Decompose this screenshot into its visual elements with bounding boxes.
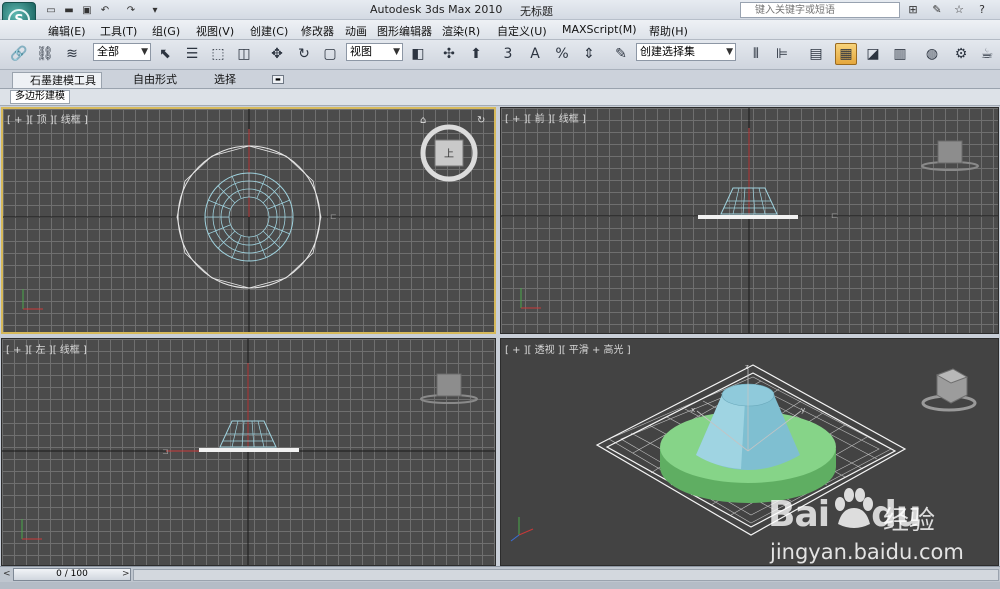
pivot-center-icon[interactable]: ◧ — [407, 43, 429, 65]
window-crossing-icon[interactable]: ◫ — [233, 43, 255, 65]
front-view-geometry: ⊏ — [501, 108, 998, 333]
layer-manager-icon[interactable]: ▤ — [805, 43, 827, 65]
tab-freeform[interactable]: 自由形式 — [133, 72, 177, 88]
star-icon[interactable]: ☆ — [952, 2, 966, 16]
app-window: S ▭ ▬ ▣ ↶ ↷ ▾ Autodesk 3ds Max 2010 无标题 … — [0, 0, 1000, 589]
svg-text:⊐: ⊐ — [162, 447, 169, 456]
svg-text:z: z — [745, 363, 749, 371]
menu-edit[interactable]: 编辑(E) — [48, 23, 86, 39]
mirror-icon[interactable]: ⫴ — [745, 43, 767, 65]
unlink-icon[interactable]: ⛓ — [34, 43, 56, 65]
viewport-top[interactable]: [ + ][ 顶 ][ 线框 ] ⊏ 上 ⌂ ↻ — [1, 107, 496, 334]
spinner-snap-icon[interactable]: ⇕ — [578, 43, 600, 65]
curve-editor-icon[interactable]: ◪ — [862, 43, 884, 65]
material-editor-icon[interactable]: ◍ — [921, 43, 943, 65]
viewport-label-left[interactable]: [ + ][ 左 ][ 线框 ] — [6, 341, 87, 356]
chevron-down-icon: ▼ — [393, 47, 400, 57]
menu-graph-editors[interactable]: 图形编辑器 — [377, 23, 432, 39]
top-view-geometry: ⊏ 上 ⌂ ↻ — [3, 109, 494, 332]
edit-named-selection-icon[interactable]: ✎ — [610, 43, 632, 65]
selection-filter-dropdown[interactable]: 全部 ▼ — [93, 43, 151, 61]
selection-filter-value: 全部 — [97, 45, 119, 58]
viewcube-top[interactable]: 上 — [420, 124, 478, 182]
select-move-icon[interactable]: ✥ — [266, 43, 288, 65]
viewport-label-top[interactable]: [ + ][ 顶 ][ 线框 ] — [7, 111, 88, 126]
svg-text:上: 上 — [444, 148, 454, 160]
graphite-modeling-toggle-icon[interactable]: ▦ — [835, 43, 857, 65]
menu-views[interactable]: 视图(V) — [196, 23, 234, 39]
menu-modifiers[interactable]: 修改器 — [301, 23, 334, 39]
viewcube-front[interactable] — [921, 140, 979, 171]
timeline-ticks — [0, 582, 1000, 589]
menu-rendering[interactable]: 渲染(R) — [442, 23, 480, 39]
menu-create[interactable]: 创建(C) — [250, 23, 288, 39]
select-scale-icon[interactable]: ▢ — [319, 43, 341, 65]
viewport-left[interactable]: [ + ][ 左 ][ 线框 ] ⊐ — [1, 338, 496, 566]
binoculars-icon[interactable]: ⊞ — [906, 2, 920, 16]
svg-text:⊏: ⊏ — [330, 212, 337, 221]
open-file-icon[interactable]: ▬ — [62, 3, 76, 17]
help-search-input[interactable] — [740, 2, 900, 18]
keyboard-shortcut-icon[interactable]: ⬆ — [465, 43, 487, 65]
tab-graphite-modeling[interactable]: 石墨建模工具 — [12, 72, 102, 88]
menu-animation[interactable]: 动画 — [345, 23, 367, 39]
document-title: 无标题 — [520, 5, 553, 18]
reference-coord-dropdown[interactable]: 视图 ▼ — [346, 43, 403, 61]
menu-maxscript[interactable]: MAXScript(M) — [562, 23, 637, 36]
customize-dropdown-icon[interactable]: ▾ — [148, 3, 162, 17]
viewcube-perspective[interactable] — [921, 368, 977, 412]
ribbon-panel — [0, 89, 1000, 106]
render-setup-icon[interactable]: ⚙ — [950, 43, 972, 65]
tab-selection[interactable]: 选择 — [214, 72, 236, 88]
app-title: Autodesk 3ds Max 2010 — [370, 3, 503, 16]
bind-spacewarp-icon[interactable]: ≋ — [61, 43, 83, 65]
select-object-icon[interactable]: ⬉ — [154, 43, 176, 65]
viewcube-left[interactable] — [420, 373, 478, 404]
svg-text:⊏: ⊏ — [831, 211, 838, 220]
reference-coord-value: 视图 — [350, 45, 372, 58]
angle-snap-icon[interactable]: A — [524, 43, 546, 65]
menu-group[interactable]: 组(G) — [152, 23, 180, 39]
menu-tools[interactable]: 工具(T) — [100, 23, 137, 39]
ribbon-minimize-icon[interactable]: ▬ — [272, 75, 284, 84]
watermark-url: jingyan.baidu.com — [770, 540, 964, 564]
schematic-view-icon[interactable]: ▥ — [889, 43, 911, 65]
help-icon[interactable]: ? — [975, 2, 989, 16]
tools-icon[interactable]: ✎ — [930, 2, 944, 16]
viewport-label-perspective[interactable]: [ + ][ 透视 ][ 平滑 + 高光 ] — [505, 341, 631, 356]
render-icon[interactable]: ☕ — [976, 43, 998, 65]
link-icon[interactable]: 🔗 — [8, 43, 30, 65]
chevron-down-icon: ▼ — [726, 47, 733, 57]
left-view-geometry: ⊐ — [2, 339, 495, 565]
save-icon[interactable]: ▣ — [80, 3, 94, 17]
undo-icon[interactable]: ↶ — [98, 3, 112, 17]
chevron-down-icon: ▼ — [141, 47, 148, 57]
select-rotate-icon[interactable]: ↻ — [293, 43, 315, 65]
percent-snap-icon[interactable]: % — [551, 43, 573, 65]
redo-icon[interactable]: ↷ — [124, 3, 138, 17]
new-file-icon[interactable]: ▭ — [44, 3, 58, 17]
paw-icon — [835, 488, 873, 528]
menu-customize[interactable]: 自定义(U) — [497, 23, 547, 39]
align-icon[interactable]: ⊫ — [771, 43, 793, 65]
svg-text:↻: ↻ — [477, 115, 485, 126]
menu-help[interactable]: 帮助(H) — [649, 23, 688, 39]
svg-text:⌂: ⌂ — [420, 115, 426, 126]
polygon-modeling-panel-label[interactable]: 多边形建模 — [10, 90, 70, 104]
time-prev-button[interactable]: < — [3, 569, 11, 579]
viewport-front[interactable]: [ + ][ 前 ][ 线框 ] ⊏ — [500, 107, 999, 334]
watermark-jingyan: 经验 — [883, 506, 936, 536]
snaps-toggle-icon[interactable]: 3 — [497, 43, 519, 65]
named-selection-dropdown[interactable]: 创建选择集 ▼ — [636, 43, 736, 61]
viewport-label-front[interactable]: [ + ][ 前 ][ 线框 ] — [505, 110, 586, 125]
select-manipulate-icon[interactable]: ✣ — [438, 43, 460, 65]
time-slider[interactable]: 0 / 100 — [13, 568, 131, 581]
track-bar[interactable] — [133, 569, 999, 581]
svg-text:y: y — [801, 406, 805, 414]
time-next-button[interactable]: > — [122, 569, 130, 579]
select-by-name-icon[interactable]: ☰ — [181, 43, 203, 65]
svg-text:x: x — [691, 406, 695, 414]
rectangle-selection-icon[interactable]: ⬚ — [207, 43, 229, 65]
named-selection-value: 创建选择集 — [640, 45, 695, 58]
